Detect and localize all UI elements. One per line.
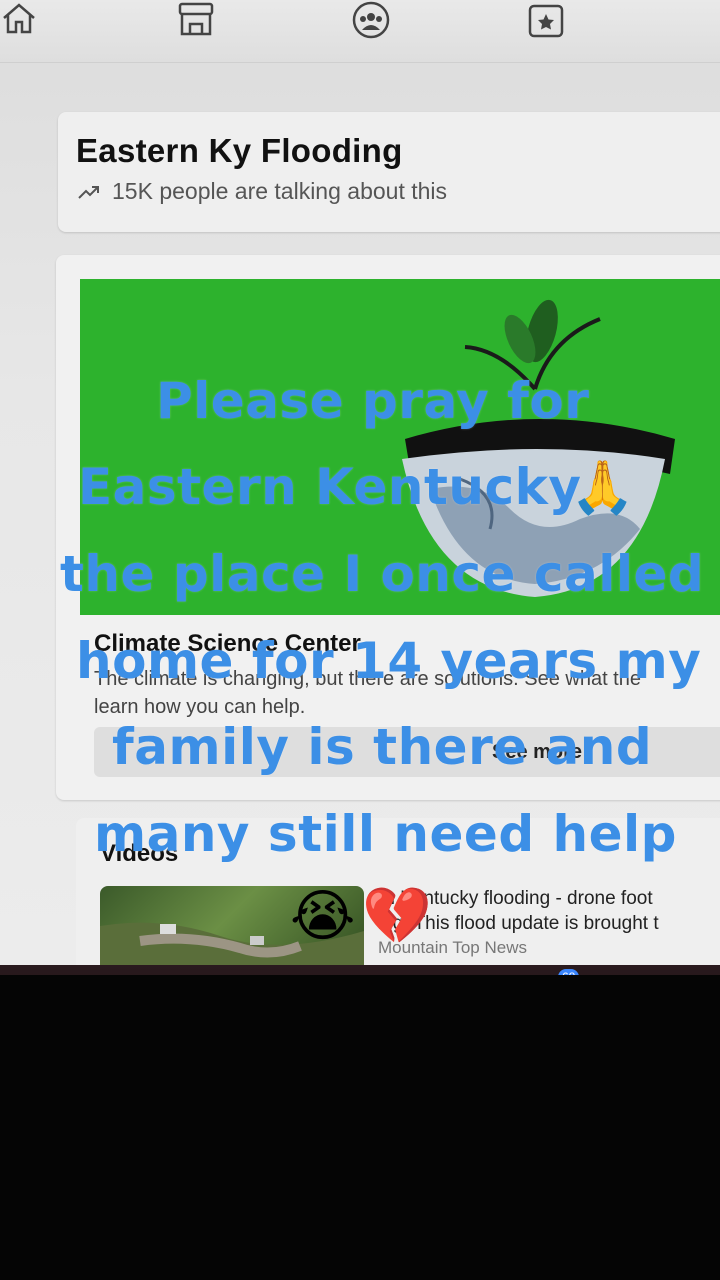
- gaming-icon[interactable]: [526, 0, 566, 40]
- card-title[interactable]: Climate Science Center: [94, 630, 361, 658]
- card-description-line: The climate is changing, but there are s…: [94, 668, 641, 690]
- videos-heading: Videos: [100, 840, 179, 867]
- card-description: The climate is changing, but there are s…: [94, 665, 720, 721]
- home-icon[interactable]: [0, 0, 40, 40]
- marketplace-icon[interactable]: [176, 0, 216, 40]
- windows-taskbar: a 68: [0, 965, 720, 975]
- notification-badge: 68: [558, 969, 580, 975]
- video-title-line: ing. This flood update is brought t: [378, 913, 659, 934]
- climate-banner-image[interactable]: [80, 279, 720, 615]
- video-thumbnail[interactable]: [100, 886, 364, 975]
- trending-arrow-icon: [78, 185, 99, 199]
- video-title-line: rn Kentucky flooding - drone foot: [378, 888, 653, 909]
- browser-screen: Eastern Ky Flooding 15K people are talki…: [0, 0, 720, 975]
- globe-plant-illustration: [402, 299, 675, 597]
- flood-aerial-image: [100, 922, 364, 975]
- trending-subtitle: 15K people are talking about this: [112, 178, 448, 204]
- trending-title: Eastern Ky Flooding: [76, 132, 403, 169]
- groups-icon[interactable]: [350, 0, 390, 40]
- see-more-button[interactable]: See more: [94, 727, 720, 777]
- videos-card: Videos rn Kentucky flooding - drone foot…: [76, 818, 720, 975]
- video-source: Mountain Top News: [378, 938, 527, 957]
- card-description-line: learn how you can help.: [94, 696, 306, 718]
- trending-topic-card[interactable]: Eastern Ky Flooding 15K people are talki…: [58, 112, 720, 232]
- video-title[interactable]: rn Kentucky flooding - drone foot ing. T…: [378, 886, 659, 936]
- facebook-top-nav: [0, 0, 720, 63]
- see-more-label: See more: [492, 741, 583, 763]
- trending-subtitle-row: 15K people are talking about this: [78, 178, 447, 205]
- climate-science-card: Climate Science Center The climate is ch…: [56, 255, 720, 800]
